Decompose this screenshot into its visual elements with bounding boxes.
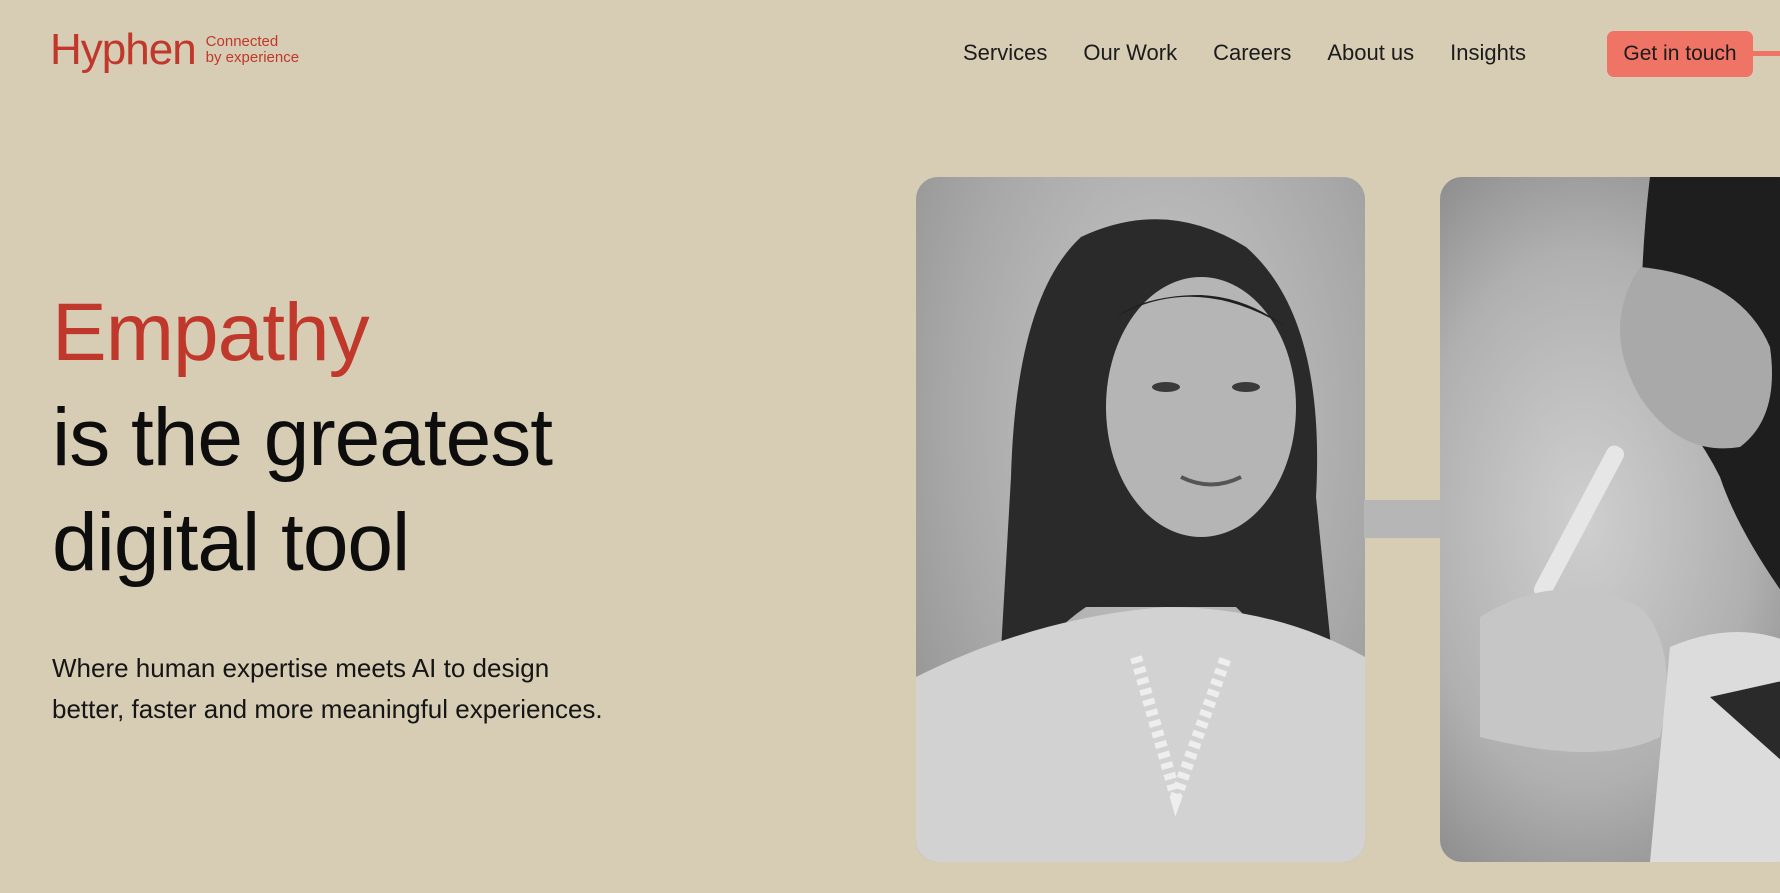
photo-illustration-left xyxy=(916,219,1365,862)
nav-link-about-us[interactable]: About us xyxy=(1327,40,1414,66)
hero-subtext: Where human expertise meets AI to design… xyxy=(52,653,603,724)
get-in-touch-button[interactable]: Get in touch xyxy=(1607,31,1753,77)
nav-link-insights[interactable]: Insights xyxy=(1450,40,1526,66)
nav-link-services[interactable]: Services xyxy=(963,40,1047,66)
headline-line-2: is the greatest xyxy=(52,392,553,483)
frame-connector xyxy=(1364,500,1442,538)
nav-link-our-work[interactable]: Our Work xyxy=(1083,40,1177,66)
logo[interactable]: Hyphen Connected by experience xyxy=(50,28,299,72)
nav-link-careers[interactable]: Careers xyxy=(1213,40,1291,66)
hero-headline: Empathy is the greatest digital tool xyxy=(52,280,553,595)
logo-tagline-line1: Connected xyxy=(205,33,279,51)
photo-illustration-right xyxy=(1480,177,1780,862)
logo-wordmark: Hyphen xyxy=(50,25,197,74)
cta-connector-line xyxy=(1753,51,1780,56)
main-nav: Services Our Work Careers About us Insig… xyxy=(963,40,1526,66)
hero-photo-woman-smiling xyxy=(916,177,1365,862)
headline-line-3: digital tool xyxy=(52,497,410,588)
hero-photo-woman-profile xyxy=(1440,177,1780,862)
logo-tagline-line2: by experience xyxy=(205,49,300,66)
headline-accent: Empathy xyxy=(52,287,370,378)
page: Hyphen Connected by experience Services … xyxy=(0,0,1780,893)
logo-tagline: Connected by experience xyxy=(206,34,299,66)
